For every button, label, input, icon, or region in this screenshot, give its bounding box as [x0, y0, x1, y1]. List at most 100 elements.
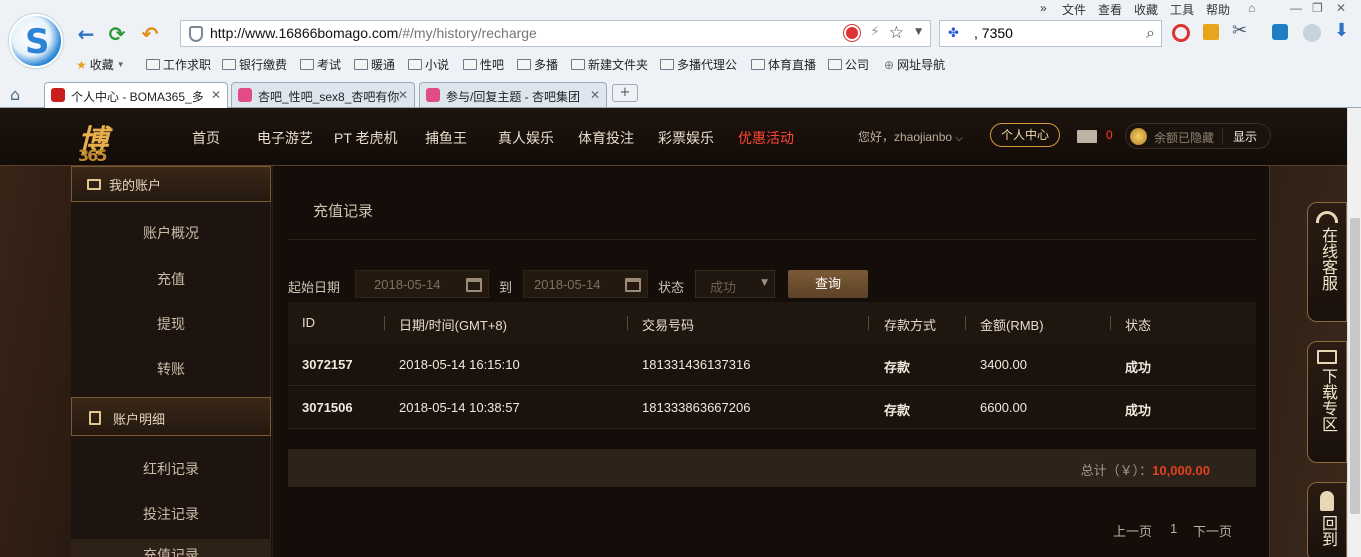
menu-view[interactable]: 查看	[1098, 1, 1122, 18]
search-icon[interactable]: ⌕	[1146, 23, 1155, 43]
site-page: 博 365 首页 电子游艺 PT 老虎机 捕鱼王 真人娱乐 体育投注 彩票娱乐 优…	[0, 108, 1361, 557]
menu-help[interactable]: 帮助	[1206, 1, 1230, 18]
current-page[interactable]: 1	[1170, 521, 1177, 536]
bookmark-item[interactable]: 多播代理公	[660, 56, 737, 73]
menu-favorites[interactable]: 收藏	[1134, 1, 1158, 18]
close-tab-icon[interactable]: ✕	[590, 88, 600, 102]
nav-fishing[interactable]: 捕鱼王	[425, 128, 467, 148]
bookmark-item[interactable]: 工作求职	[146, 56, 211, 73]
sidebar-head-my-account[interactable]: 我的账户	[71, 166, 271, 202]
start-date-field[interactable]: 2018-05-14	[355, 270, 489, 298]
plugin-icon[interactable]	[1203, 24, 1219, 40]
maximize-icon[interactable]: ❐	[1312, 1, 1323, 15]
block-icon[interactable]	[844, 25, 860, 41]
nav-egames[interactable]: 电子游艺	[257, 128, 313, 148]
close-tab-icon[interactable]: ✕	[211, 88, 221, 102]
download-zone-button[interactable]: 下载专区	[1307, 341, 1347, 463]
scrollbar[interactable]	[1347, 108, 1361, 557]
member-center-button[interactable]: 个人中心	[990, 123, 1060, 147]
scrollbar-thumb[interactable]	[1350, 218, 1360, 514]
next-page-link[interactable]: 下一页	[1193, 521, 1232, 540]
undo-icon[interactable]: ↶	[138, 22, 162, 46]
bookmark-item[interactable]: 暖通	[354, 56, 395, 73]
sidebar-item-deposit[interactable]: 充值	[71, 269, 271, 289]
bookmark-item[interactable]: 新建文件夹	[571, 56, 648, 73]
window-skin-icon[interactable]: ⌂	[1248, 1, 1255, 15]
table-header: ID 日期/时间(GMT+8) 交易号码 存款方式 金额(RMB) 状态	[288, 302, 1256, 344]
bookmark-item[interactable]: 体育直播	[751, 56, 816, 73]
bookmark-item[interactable]: ⊕ 网址导航	[884, 56, 945, 73]
search-box[interactable]: ✤ , 7350 ⌕	[939, 20, 1162, 47]
status-select[interactable]: 成功 ▼	[695, 270, 775, 298]
table-row[interactable]: 3071506 2018-05-14 10:38:57 181333863667…	[288, 387, 1256, 429]
divider	[288, 239, 1256, 240]
rocket-icon	[1320, 491, 1334, 511]
sidebar-item-transfer[interactable]: 转账	[71, 359, 271, 379]
chevron-down-icon[interactable]: ▼	[915, 27, 922, 37]
more-icon[interactable]	[1303, 24, 1321, 42]
close-icon[interactable]: ✕	[1336, 1, 1346, 15]
home-icon[interactable]: ⌂	[10, 85, 20, 104]
folder-icon	[408, 59, 422, 70]
headset-icon	[1316, 211, 1338, 223]
sidebar-head-account-details[interactable]: 账户明细	[71, 397, 271, 436]
nav-live-casino[interactable]: 真人娱乐	[498, 128, 554, 148]
tab-xingba[interactable]: 杏吧_性吧_sex8_杏吧有你 ✕	[231, 82, 415, 107]
tab-member-center[interactable]: 个人中心 - BOMA365_多 ✕	[44, 82, 228, 109]
folder-icon	[146, 59, 160, 70]
nav-lottery[interactable]: 彩票娱乐	[658, 128, 714, 148]
tab-reply-topic[interactable]: 参与/回复主题 - 杏吧集团 ✕	[419, 82, 607, 107]
menu-tools[interactable]: 工具	[1170, 1, 1194, 18]
minimize-icon[interactable]: —	[1290, 1, 1302, 15]
screenshot-icon[interactable]	[1272, 24, 1288, 40]
back-icon[interactable]: ←	[74, 22, 98, 46]
close-tab-icon[interactable]: ✕	[398, 88, 408, 102]
bookmark-favorites[interactable]: ★ 收藏 ▼	[76, 56, 125, 73]
bookmark-item[interactable]: 多播	[517, 56, 558, 73]
bookmark-item[interactable]: 公司	[828, 56, 869, 73]
search-input[interactable]: , 7350	[974, 25, 1013, 41]
address-bar[interactable]: http://www.16866bomago.com/#/my/history/…	[180, 20, 931, 47]
calendar-icon[interactable]	[625, 278, 641, 292]
sidebar-item-withdraw[interactable]: 提现	[71, 314, 271, 334]
bookmark-item[interactable]: 性吧	[463, 56, 504, 73]
browser-logo-icon: S	[9, 14, 63, 68]
new-tab-button[interactable]: +	[612, 84, 638, 102]
end-date-field[interactable]: 2018-05-14	[523, 270, 648, 298]
refresh-icon[interactable]: ⟳	[105, 22, 129, 46]
sidebar-item-recharge-records[interactable]: 充值记录	[71, 539, 271, 557]
query-button[interactable]: 查询	[788, 270, 868, 298]
folder-icon	[828, 59, 842, 70]
calendar-icon[interactable]	[466, 278, 482, 292]
nav-home[interactable]: 首页	[192, 128, 220, 148]
nav-promotions[interactable]: 优惠活动	[738, 128, 794, 148]
sidebar-item-bet-records[interactable]: 投注记录	[71, 504, 271, 524]
folder-icon	[571, 59, 585, 70]
menu-file[interactable]: 文件	[1062, 1, 1086, 18]
online-service-button[interactable]: 在线客服	[1307, 202, 1347, 322]
bookmark-item[interactable]: 考试	[300, 56, 341, 73]
back-to-top-button[interactable]: 回到	[1307, 482, 1347, 557]
site-logo[interactable]: 博 365	[78, 116, 160, 165]
folder-icon	[660, 59, 674, 70]
sidebar-item-bonus-records[interactable]: 红利记录	[71, 459, 271, 479]
folder-icon	[222, 59, 236, 70]
sidebar-item-overview[interactable]: 账户概况	[71, 223, 271, 243]
user-greeting[interactable]: 您好，zhaojianbo ⌵	[858, 128, 963, 145]
bookmark-item[interactable]: 小说	[408, 56, 449, 73]
show-balance-button[interactable]: 显示	[1222, 128, 1257, 145]
table-row[interactable]: 3072157 2018-05-14 16:15:10 181331436137…	[288, 344, 1256, 386]
status-label: 状态	[658, 280, 685, 295]
nav-sports[interactable]: 体育投注	[578, 128, 634, 148]
bookmark-item[interactable]: 银行缴费	[222, 56, 287, 73]
mail-icon[interactable]	[1077, 130, 1097, 143]
menu-arrows-icon[interactable]: »	[1040, 1, 1047, 15]
cell-datetime: 2018-05-14 10:38:57	[399, 400, 520, 415]
tools-icon[interactable]: ✂	[1232, 20, 1247, 41]
adblock-icon[interactable]	[1172, 24, 1190, 42]
lightning-icon[interactable]: ⚡	[870, 24, 880, 40]
prev-page-link[interactable]: 上一页	[1113, 521, 1152, 540]
nav-pt-slots[interactable]: PT 老虎机	[334, 128, 398, 148]
star-icon[interactable]: ☆	[889, 23, 904, 43]
download-icon[interactable]: ⬇	[1334, 20, 1349, 41]
